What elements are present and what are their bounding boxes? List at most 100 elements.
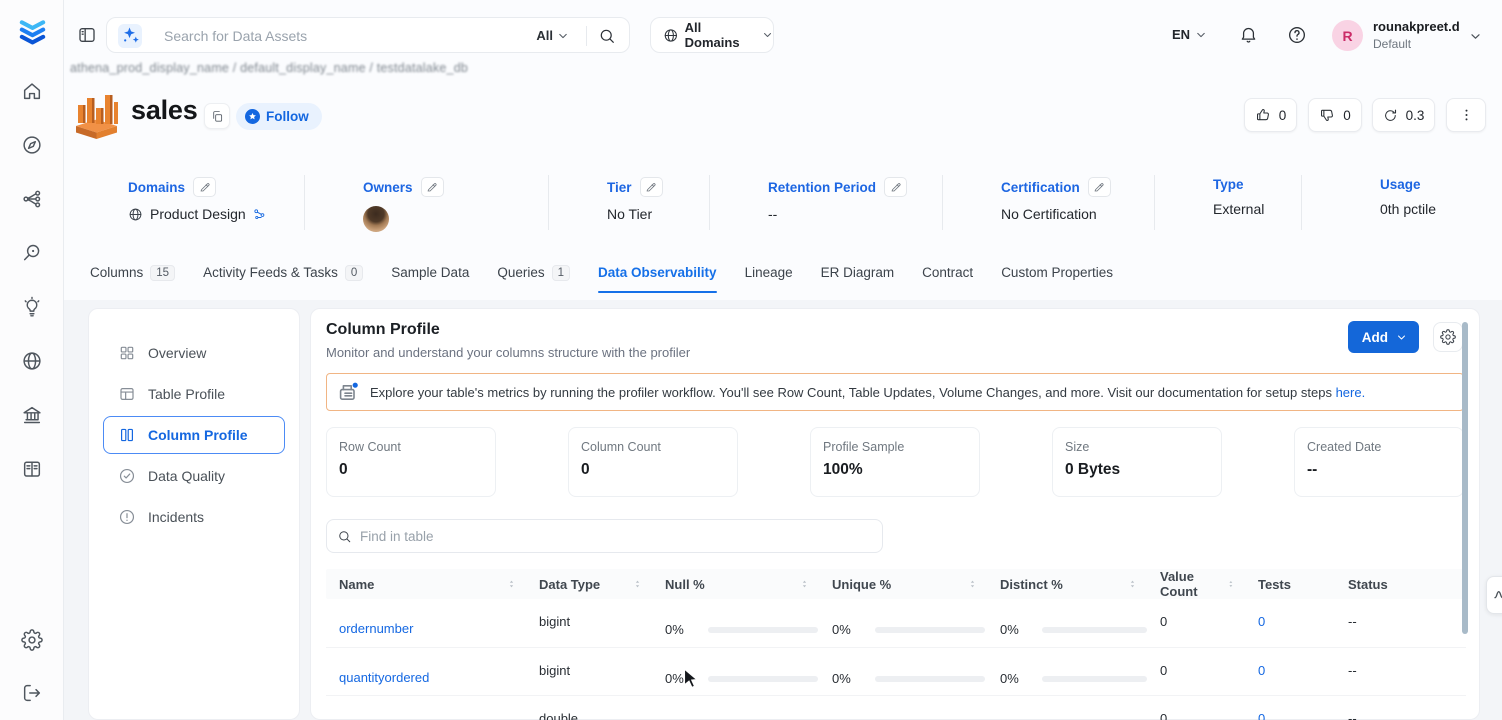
- language-dropdown[interactable]: EN: [1172, 27, 1207, 42]
- profiler-nav-label: Incidents: [148, 509, 204, 525]
- tab-data-observability[interactable]: Data Observability: [598, 252, 717, 293]
- sidebar-item-home[interactable]: [21, 80, 43, 102]
- pct-value: 0%: [1000, 621, 1028, 639]
- version-button[interactable]: 0.3: [1372, 98, 1435, 132]
- sidebar-item-settings[interactable]: [21, 629, 43, 651]
- breadcrumb[interactable]: athena_prod_display_name / default_displ…: [70, 61, 468, 75]
- tab-label: Data Observability: [598, 265, 717, 280]
- search-icon[interactable]: [598, 27, 616, 45]
- meta-value: No Certification: [1001, 206, 1155, 222]
- tab-contract[interactable]: Contract: [922, 252, 973, 293]
- help-icon[interactable]: [1287, 25, 1307, 45]
- column-header-name[interactable]: Name: [326, 569, 526, 599]
- sidebar-item-insights[interactable]: [21, 296, 43, 318]
- panel-title: Column Profile: [326, 321, 1464, 339]
- profiler-settings-button[interactable]: [1433, 322, 1463, 352]
- meta-value: [363, 206, 549, 232]
- notifications-bell-icon[interactable]: [1239, 25, 1258, 44]
- gear-icon: [1440, 329, 1456, 345]
- cell-unique-pct: 0%: [819, 696, 987, 720]
- vertical-scrollbar[interactable]: [1462, 322, 1468, 634]
- downvote-button[interactable]: 0: [1308, 98, 1362, 132]
- meta-label: Type: [1213, 177, 1302, 192]
- global-search[interactable]: All: [106, 17, 630, 53]
- edit-owners-button[interactable]: [421, 177, 444, 197]
- user-avatar[interactable]: R: [1332, 20, 1363, 51]
- edit-tier-button[interactable]: [640, 177, 663, 197]
- share-icon[interactable]: [253, 208, 266, 221]
- user-menu-chevron-icon[interactable]: [1469, 30, 1482, 43]
- tab-lineage[interactable]: Lineage: [745, 252, 793, 293]
- tab-queries[interactable]: Queries1: [497, 252, 570, 293]
- follow-label: Follow: [266, 109, 309, 124]
- find-in-table[interactable]: [326, 519, 883, 553]
- tab-label: ER Diagram: [821, 265, 895, 280]
- sort-icon[interactable]: [506, 577, 517, 591]
- column-header-distinct-[interactable]: Distinct %: [987, 569, 1147, 599]
- sidebar-item-observability[interactable]: [21, 242, 43, 264]
- owner-avatar[interactable]: [363, 206, 389, 232]
- all-domains-dropdown[interactable]: All Domains: [650, 17, 774, 53]
- sidebar-item-domains[interactable]: [21, 350, 43, 372]
- thumbs-up-icon: [1255, 107, 1271, 123]
- column-header-null-[interactable]: Null %: [652, 569, 819, 599]
- globe-icon: [663, 27, 679, 44]
- upvote-button[interactable]: 0: [1244, 98, 1297, 132]
- sparkles-icon[interactable]: [118, 24, 142, 48]
- sidebar-item-lineage[interactable]: [21, 188, 43, 210]
- meta-label: Usage: [1380, 177, 1488, 192]
- search-input[interactable]: [164, 27, 494, 45]
- find-in-table-input[interactable]: [360, 529, 882, 544]
- more-actions-button[interactable]: [1446, 98, 1486, 132]
- add-button[interactable]: Add: [1348, 321, 1419, 353]
- tab-custom-properties[interactable]: Custom Properties: [1001, 252, 1113, 293]
- profiler-nav-overview[interactable]: Overview: [103, 334, 285, 372]
- column-header-value-count[interactable]: Value Count: [1147, 569, 1245, 599]
- sort-icon[interactable]: [632, 577, 643, 591]
- column-header-unique-[interactable]: Unique %: [819, 569, 987, 599]
- banner-here-link[interactable]: here.: [1336, 385, 1366, 400]
- sidebar-item-glossary[interactable]: [21, 458, 43, 480]
- column-header-data-type[interactable]: Data Type: [526, 569, 652, 599]
- meta-value-text[interactable]: Product Design: [150, 206, 246, 222]
- profiler-nav-column-profile[interactable]: Column Profile: [103, 416, 285, 454]
- tab-er-diagram[interactable]: ER Diagram: [821, 252, 895, 293]
- sidebar-item-govern[interactable]: [21, 404, 43, 426]
- mouse-cursor: [683, 668, 700, 690]
- profiler-nav-incidents[interactable]: Incidents: [103, 498, 285, 536]
- edit-certification-button[interactable]: [1088, 177, 1111, 197]
- follow-button[interactable]: Follow: [236, 103, 322, 130]
- edit-domains-button[interactable]: [193, 177, 216, 197]
- tab-count-badge: 0: [345, 265, 363, 281]
- sort-icon[interactable]: [799, 577, 810, 591]
- tests-link[interactable]: 0: [1258, 614, 1265, 629]
- sidebar-toggle-icon[interactable]: [77, 25, 97, 45]
- tab-sample-data[interactable]: Sample Data: [391, 252, 469, 293]
- column-name-link[interactable]: ordernumber: [339, 621, 413, 636]
- profiler-nav-table-profile[interactable]: Table Profile: [103, 375, 285, 413]
- tab-label: Sample Data: [391, 265, 469, 280]
- banner-text: Explore your table's metrics by running …: [370, 385, 1365, 400]
- tableprofile-icon: [118, 385, 136, 403]
- app-logo[interactable]: [17, 16, 48, 49]
- pct-progress-track: [708, 627, 818, 633]
- profiler-nav-data-quality[interactable]: Data Quality: [103, 457, 285, 495]
- tests-link[interactable]: 0: [1258, 711, 1265, 720]
- search-scope-dropdown[interactable]: All: [536, 28, 569, 43]
- sidebar-item-explore[interactable]: [21, 134, 43, 156]
- sort-icon[interactable]: [1127, 577, 1138, 591]
- globe-icon: [128, 207, 143, 222]
- cell-tests: 0: [1245, 696, 1335, 720]
- sort-icon[interactable]: [1226, 577, 1236, 591]
- chevron-down-icon: [1195, 29, 1207, 41]
- tests-link[interactable]: 0: [1258, 663, 1265, 678]
- cell-null-pct: 0%: [652, 648, 819, 695]
- tab-columns[interactable]: Columns15: [90, 252, 175, 293]
- copy-name-button[interactable]: [204, 103, 230, 129]
- column-name-link[interactable]: quantityordered: [339, 670, 429, 685]
- tab-activity-feeds-tasks[interactable]: Activity Feeds & Tasks0: [203, 252, 363, 293]
- edit-retention-period-button[interactable]: [884, 177, 907, 197]
- sort-icon[interactable]: [967, 577, 978, 591]
- sidebar-item-logout[interactable]: [21, 682, 43, 704]
- edge-widget-button[interactable]: [1486, 576, 1502, 614]
